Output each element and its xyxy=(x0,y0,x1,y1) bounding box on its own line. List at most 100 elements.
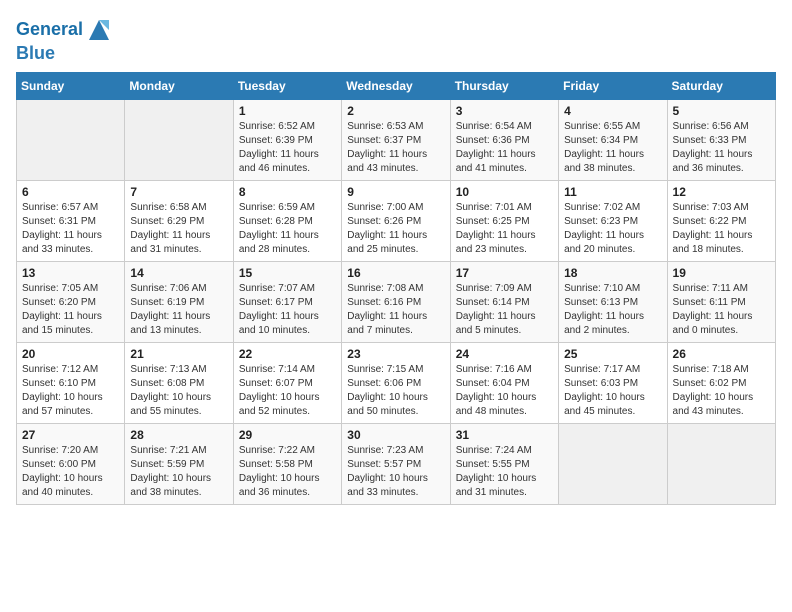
calendar-cell xyxy=(559,423,667,504)
day-number: 17 xyxy=(456,266,553,280)
calendar-cell: 4 Sunrise: 6:55 AMSunset: 6:34 PMDaylight… xyxy=(559,99,667,180)
day-number: 18 xyxy=(564,266,661,280)
cell-content: Sunrise: 7:09 AMSunset: 6:14 PMDaylight:… xyxy=(456,282,553,338)
calendar-cell xyxy=(125,99,233,180)
calendar-cell xyxy=(17,99,125,180)
cell-content: Sunrise: 7:02 AMSunset: 6:23 PMDaylight:… xyxy=(564,201,661,257)
day-number: 7 xyxy=(130,185,227,199)
day-number: 6 xyxy=(22,185,119,199)
calendar-cell: 25 Sunrise: 7:17 AMSunset: 6:03 PMDayligh… xyxy=(559,342,667,423)
cell-content: Sunrise: 7:07 AMSunset: 6:17 PMDaylight:… xyxy=(239,282,336,338)
day-header-sunday: Sunday xyxy=(17,72,125,99)
cell-content: Sunrise: 7:24 AMSunset: 5:55 PMDaylight:… xyxy=(456,444,553,500)
cell-content: Sunrise: 7:13 AMSunset: 6:08 PMDaylight:… xyxy=(130,363,227,419)
day-number: 9 xyxy=(347,185,444,199)
cell-content: Sunrise: 6:58 AMSunset: 6:29 PMDaylight:… xyxy=(130,201,227,257)
day-number: 20 xyxy=(22,347,119,361)
calendar-cell: 10Sunrise: 7:01 AMSunset: 6:25 PMDayligh… xyxy=(450,180,558,261)
cell-content: Sunrise: 6:54 AMSunset: 6:36 PMDaylight:… xyxy=(456,120,553,176)
day-header-monday: Monday xyxy=(125,72,233,99)
calendar-cell: 3 Sunrise: 6:54 AMSunset: 6:36 PMDaylight… xyxy=(450,99,558,180)
calendar-cell: 27 Sunrise: 7:20 AMSunset: 6:00 PMDayligh… xyxy=(17,423,125,504)
logo: General Blue xyxy=(16,16,113,64)
day-header-saturday: Saturday xyxy=(667,72,775,99)
calendar-cell: 29 Sunrise: 7:22 AMSunset: 5:58 PMDayligh… xyxy=(233,423,341,504)
calendar-week-row: 20Sunrise: 7:12 AMSunset: 6:10 PMDayligh… xyxy=(17,342,776,423)
cell-content: Sunrise: 7:03 AMSunset: 6:22 PMDaylight:… xyxy=(673,201,770,257)
calendar-cell: 18 Sunrise: 7:10 AMSunset: 6:13 PMDayligh… xyxy=(559,261,667,342)
day-number: 14 xyxy=(130,266,227,280)
cell-content: Sunrise: 7:16 AMSunset: 6:04 PMDaylight:… xyxy=(456,363,553,419)
day-number: 27 xyxy=(22,428,119,442)
cell-content: Sunrise: 6:55 AMSunset: 6:34 PMDaylight:… xyxy=(564,120,661,176)
day-number: 31 xyxy=(456,428,553,442)
day-number: 25 xyxy=(564,347,661,361)
calendar-cell: 21Sunrise: 7:13 AMSunset: 6:08 PMDayligh… xyxy=(125,342,233,423)
calendar-cell: 23Sunrise: 7:15 AMSunset: 6:06 PMDayligh… xyxy=(342,342,450,423)
calendar-cell: 8 Sunrise: 6:59 AMSunset: 6:28 PMDaylight… xyxy=(233,180,341,261)
day-number: 26 xyxy=(673,347,770,361)
day-number: 4 xyxy=(564,104,661,118)
cell-content: Sunrise: 7:17 AMSunset: 6:03 PMDaylight:… xyxy=(564,363,661,419)
day-number: 12 xyxy=(673,185,770,199)
cell-content: Sunrise: 7:21 AMSunset: 5:59 PMDaylight:… xyxy=(130,444,227,500)
day-header-wednesday: Wednesday xyxy=(342,72,450,99)
cell-content: Sunrise: 7:10 AMSunset: 6:13 PMDaylight:… xyxy=(564,282,661,338)
cell-content: Sunrise: 7:20 AMSunset: 6:00 PMDaylight:… xyxy=(22,444,119,500)
page-header: General Blue xyxy=(16,16,776,64)
calendar-cell: 14Sunrise: 7:06 AMSunset: 6:19 PMDayligh… xyxy=(125,261,233,342)
day-number: 23 xyxy=(347,347,444,361)
cell-content: Sunrise: 7:00 AMSunset: 6:26 PMDaylight:… xyxy=(347,201,444,257)
day-number: 28 xyxy=(130,428,227,442)
day-number: 16 xyxy=(347,266,444,280)
logo-text: General xyxy=(16,16,113,44)
day-number: 8 xyxy=(239,185,336,199)
calendar-week-row: 6 Sunrise: 6:57 AMSunset: 6:31 PMDaylight… xyxy=(17,180,776,261)
cell-content: Sunrise: 7:08 AMSunset: 6:16 PMDaylight:… xyxy=(347,282,444,338)
cell-content: Sunrise: 7:18 AMSunset: 6:02 PMDaylight:… xyxy=(673,363,770,419)
calendar-week-row: 27 Sunrise: 7:20 AMSunset: 6:00 PMDayligh… xyxy=(17,423,776,504)
day-number: 3 xyxy=(456,104,553,118)
calendar-cell: 31 Sunrise: 7:24 AMSunset: 5:55 PMDayligh… xyxy=(450,423,558,504)
cell-content: Sunrise: 7:11 AMSunset: 6:11 PMDaylight:… xyxy=(673,282,770,338)
day-number: 13 xyxy=(22,266,119,280)
day-number: 10 xyxy=(456,185,553,199)
calendar-table: SundayMondayTuesdayWednesdayThursdayFrid… xyxy=(16,72,776,505)
day-number: 2 xyxy=(347,104,444,118)
cell-content: Sunrise: 6:56 AMSunset: 6:33 PMDaylight:… xyxy=(673,120,770,176)
calendar-cell: 28 Sunrise: 7:21 AMSunset: 5:59 PMDayligh… xyxy=(125,423,233,504)
calendar-cell xyxy=(667,423,775,504)
calendar-cell: 22 Sunrise: 7:14 AMSunset: 6:07 PMDayligh… xyxy=(233,342,341,423)
calendar-cell: 6 Sunrise: 6:57 AMSunset: 6:31 PMDaylight… xyxy=(17,180,125,261)
cell-content: Sunrise: 6:53 AMSunset: 6:37 PMDaylight:… xyxy=(347,120,444,176)
calendar-cell: 7 Sunrise: 6:58 AMSunset: 6:29 PMDaylight… xyxy=(125,180,233,261)
calendar-cell: 24 Sunrise: 7:16 AMSunset: 6:04 PMDayligh… xyxy=(450,342,558,423)
calendar-cell: 1Sunrise: 6:52 AMSunset: 6:39 PMDaylight… xyxy=(233,99,341,180)
day-number: 5 xyxy=(673,104,770,118)
calendar-cell: 19 Sunrise: 7:11 AMSunset: 6:11 PMDayligh… xyxy=(667,261,775,342)
calendar-cell: 17 Sunrise: 7:09 AMSunset: 6:14 PMDayligh… xyxy=(450,261,558,342)
calendar-cell: 30Sunrise: 7:23 AMSunset: 5:57 PMDayligh… xyxy=(342,423,450,504)
cell-content: Sunrise: 6:57 AMSunset: 6:31 PMDaylight:… xyxy=(22,201,119,257)
cell-content: Sunrise: 7:14 AMSunset: 6:07 PMDaylight:… xyxy=(239,363,336,419)
calendar-cell: 16 Sunrise: 7:08 AMSunset: 6:16 PMDayligh… xyxy=(342,261,450,342)
cell-content: Sunrise: 6:59 AMSunset: 6:28 PMDaylight:… xyxy=(239,201,336,257)
calendar-cell: 26 Sunrise: 7:18 AMSunset: 6:02 PMDayligh… xyxy=(667,342,775,423)
day-number: 15 xyxy=(239,266,336,280)
day-number: 19 xyxy=(673,266,770,280)
calendar-cell: 13Sunrise: 7:05 AMSunset: 6:20 PMDayligh… xyxy=(17,261,125,342)
day-number: 24 xyxy=(456,347,553,361)
calendar-cell: 2 Sunrise: 6:53 AMSunset: 6:37 PMDaylight… xyxy=(342,99,450,180)
cell-content: Sunrise: 7:22 AMSunset: 5:58 PMDaylight:… xyxy=(239,444,336,500)
day-number: 11 xyxy=(564,185,661,199)
calendar-week-row: 1Sunrise: 6:52 AMSunset: 6:39 PMDaylight… xyxy=(17,99,776,180)
cell-content: Sunrise: 6:52 AMSunset: 6:39 PMDaylight:… xyxy=(239,120,336,176)
calendar-cell: 20Sunrise: 7:12 AMSunset: 6:10 PMDayligh… xyxy=(17,342,125,423)
day-header-thursday: Thursday xyxy=(450,72,558,99)
calendar-cell: 11 Sunrise: 7:02 AMSunset: 6:23 PMDayligh… xyxy=(559,180,667,261)
calendar-cell: 15 Sunrise: 7:07 AMSunset: 6:17 PMDayligh… xyxy=(233,261,341,342)
day-number: 30 xyxy=(347,428,444,442)
day-number: 22 xyxy=(239,347,336,361)
calendar-header-row: SundayMondayTuesdayWednesdayThursdayFrid… xyxy=(17,72,776,99)
day-number: 29 xyxy=(239,428,336,442)
